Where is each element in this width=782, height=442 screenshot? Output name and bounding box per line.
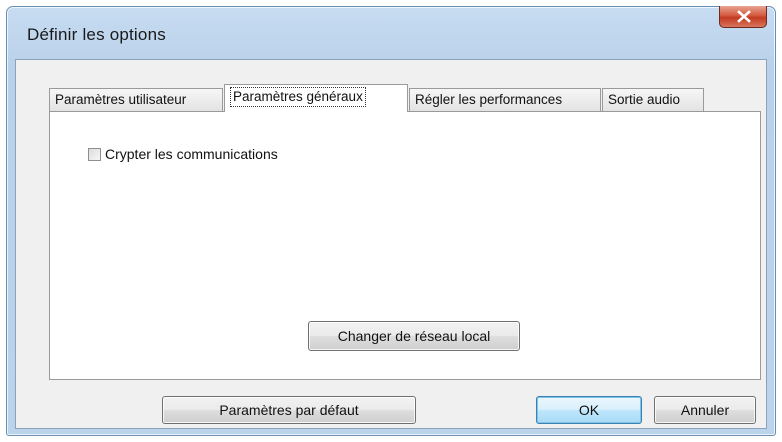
tab-label: Régler les performances [415, 92, 563, 107]
dialog-title: Définir les options [27, 25, 166, 44]
tab-label: Paramètres généraux [230, 87, 366, 107]
general-settings-panel: Crypter les communications Changer de ré… [49, 111, 761, 380]
encrypt-communications-option[interactable]: Crypter les communications [88, 146, 278, 162]
close-button[interactable] [719, 6, 767, 28]
ok-button[interactable]: OK [536, 396, 642, 424]
tab-user-settings[interactable]: Paramètres utilisateur [49, 88, 223, 111]
cancel-button[interactable]: Annuler [654, 396, 756, 424]
options-dialog: Définir les options Paramètres utilisate… [6, 6, 776, 436]
tab-label: Paramètres utilisateur [55, 92, 187, 107]
encrypt-communications-checkbox[interactable] [88, 147, 101, 161]
change-lan-button[interactable]: Changer de réseau local [308, 321, 520, 351]
dialog-client-area: Paramètres utilisateur Paramètres généra… [15, 59, 767, 429]
tab-performance[interactable]: Régler les performances [409, 88, 601, 111]
tab-audio-output[interactable]: Sortie audio [602, 88, 704, 111]
encrypt-communications-label: Crypter les communications [105, 146, 278, 162]
tab-label: Sortie audio [608, 92, 681, 107]
tab-general-settings[interactable]: Paramètres généraux [224, 84, 408, 112]
default-settings-button[interactable]: Paramètres par défaut [162, 396, 416, 424]
close-icon [737, 10, 751, 23]
